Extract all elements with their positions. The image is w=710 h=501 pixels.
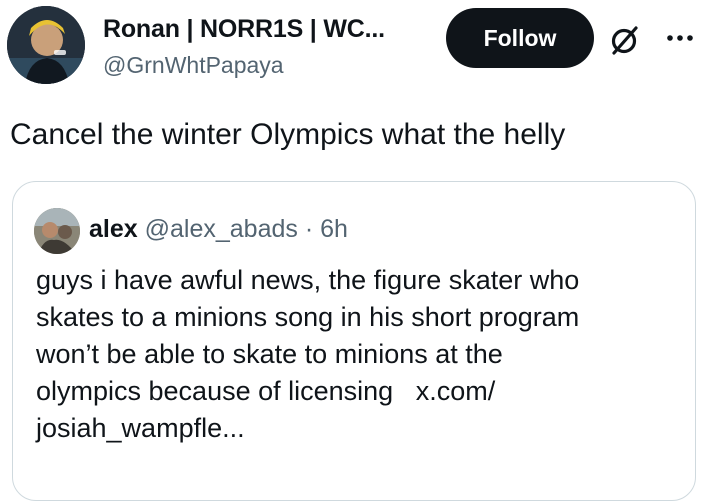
quoted-link-continuation[interactable]: josiah_wampfle... [36, 410, 676, 447]
quoted-text-line: won’t be able to skate to minions at the [36, 339, 503, 369]
author-avatar[interactable] [7, 6, 85, 84]
quoted-text-fragment: olympics because of licensing [36, 376, 394, 406]
quoted-text-line: skates to a minions song in his short pr… [36, 302, 580, 332]
author-name[interactable]: Ronan | NORR1S | WC... [103, 15, 385, 44]
header-separator: · [304, 215, 314, 243]
tweet-text: Cancel the winter Olympics what the hell… [10, 118, 566, 151]
quoted-author-handle[interactable]: @alex_abads [145, 215, 298, 243]
author-handle[interactable]: @GrnWhtPapaya [103, 52, 284, 79]
quoted-text-line: guys i have awful news, the figure skate… [36, 265, 580, 295]
follow-button[interactable]: Follow [446, 8, 594, 68]
quoted-author-avatar[interactable] [34, 208, 80, 254]
quoted-link[interactable]: x.com/ [416, 376, 496, 406]
quoted-tweet-timestamp[interactable]: 6h [320, 215, 348, 243]
tweet-card: Ronan | NORR1S | WC... @GrnWhtPapaya Fol… [0, 0, 710, 501]
grok-slash-circle-icon[interactable] [606, 22, 642, 58]
quoted-tweet-header: alex @alex_abads · 6h [89, 215, 348, 244]
quoted-author-name[interactable]: alex [89, 215, 138, 243]
quoted-tweet-text: guys i have awful news, the figure skate… [36, 262, 676, 447]
more-horizontal-icon[interactable] [662, 20, 698, 56]
quoted-text-line: olympics because of licensing x.com/ [36, 373, 676, 410]
